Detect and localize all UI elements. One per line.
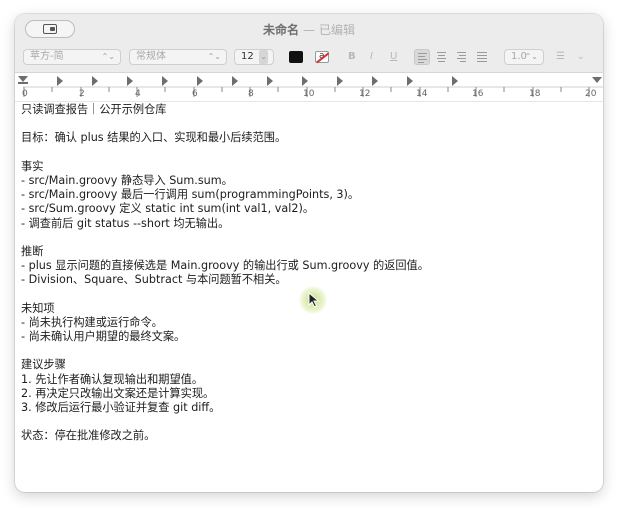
font-style-value: 常规体 xyxy=(136,51,166,62)
window-title: 未命名 — 已编辑 xyxy=(15,21,603,38)
highlight-glyph: a xyxy=(319,51,325,61)
bold-button[interactable]: B xyxy=(348,50,356,64)
mouse-pointer xyxy=(299,286,327,314)
ruler-label: 4 xyxy=(135,89,141,99)
stepper-arrows-icon: ⌃⌄ xyxy=(101,52,115,61)
document-text-area[interactable]: 只读调查报告｜公开示例仓库目标：确认 plus 结果的入口、实现和最小后续范围。… xyxy=(21,103,591,444)
text-line: - Division、Square、Subtract 与本问题暂不相关。 xyxy=(21,273,287,287)
font-size-select[interactable]: 12 ⌄ xyxy=(234,49,274,65)
text-line xyxy=(21,117,591,131)
ruler-label: 2 xyxy=(79,89,85,99)
font-style-select[interactable]: 常规体 ⌃⌄ xyxy=(129,49,227,65)
title-separator: — xyxy=(303,23,315,37)
chevron-down-icon[interactable]: ⌄ xyxy=(577,50,585,64)
text-line: - src/Sum.groovy 定义 static int sum(int v… xyxy=(21,202,315,216)
textedit-window: 未命名 — 已编辑 苹方-简 ⌃⌄ 常规体 ⌃⌄ 12 ⌄ a B I U 1.… xyxy=(15,14,603,492)
chevron-down-icon: ⌄ xyxy=(259,50,268,64)
stepper-arrows-icon: ⌃⌄ xyxy=(207,52,221,61)
justify-button[interactable] xyxy=(474,49,490,65)
highlight-color-well[interactable]: a xyxy=(315,51,329,63)
ruler-label: 6 xyxy=(192,89,198,99)
ruler-label: 12 xyxy=(359,89,371,99)
document-name: 未命名 xyxy=(262,23,299,37)
text-line: 1. 先让作者确认复现输出和期望值。 xyxy=(21,372,204,386)
text-line: - 调查前后 git status --short 均无输出。 xyxy=(21,216,230,230)
text-line: - 尚未确认用户期望的最终文案。 xyxy=(21,330,186,343)
align-left-button[interactable] xyxy=(414,49,430,65)
title-bar: 未命名 — 已编辑 xyxy=(15,14,603,42)
list-bullets-icon[interactable]: ☰ xyxy=(556,50,565,64)
text-line: - src/Main.groovy 最后一行调用 sum(programming… xyxy=(21,188,360,202)
text-line xyxy=(21,415,591,429)
text-line xyxy=(21,231,591,245)
text-line: 事实 xyxy=(21,159,44,173)
edited-status: 已编辑 xyxy=(319,23,356,37)
text-line xyxy=(21,146,591,160)
underline-button[interactable]: U xyxy=(390,50,397,64)
ruler-label: 18 xyxy=(529,89,541,99)
arrow-cursor-icon xyxy=(308,292,320,308)
font-family-select[interactable]: 苹方-简 ⌃⌄ xyxy=(23,49,121,65)
ruler-label: 8 xyxy=(248,89,254,99)
ruler-label: 16 xyxy=(472,89,484,99)
align-center-button[interactable] xyxy=(434,49,450,65)
text-line xyxy=(21,344,591,358)
text-line: 状态：停在批准修改之前。 xyxy=(21,429,156,443)
text-line: 3. 修改后运行最小验证并复查 git diff。 xyxy=(21,400,221,414)
font-family-value: 苹方-简 xyxy=(30,51,64,62)
text-line: - 尚未执行构建或运行命令。 xyxy=(21,315,163,329)
ruler[interactable]: 0 2 4 6 8 10 12 14 16 18 20 xyxy=(15,73,603,102)
font-size-value: 12 xyxy=(241,51,254,62)
ruler-label: 14 xyxy=(416,89,428,99)
text-line: 目标：确认 plus 结果的入口、实现和最小后续范围。 xyxy=(21,131,287,145)
text-line: - plus 显示问题的直接候选是 Main.groovy 的输出行或 Sum.… xyxy=(21,259,429,273)
ruler-label: 20 xyxy=(585,89,597,99)
text-line: - src/Main.groovy 静态导入 Sum.sum。 xyxy=(21,173,233,187)
ruler-label: 0 xyxy=(22,89,28,99)
format-toolbar: 苹方-简 ⌃⌄ 常规体 ⌃⌄ 12 ⌄ a B I U 1.0 ⌃⌄ ☰ ⌄ xyxy=(15,42,603,73)
text-color-well[interactable] xyxy=(289,51,303,63)
text-line: 建议步骤 xyxy=(21,358,66,372)
align-right-button[interactable] xyxy=(454,49,470,65)
ruler-label: 10 xyxy=(303,89,315,99)
line-spacing-select[interactable]: 1.0 ⌃⌄ xyxy=(504,49,544,65)
text-line: 只读调查报告｜公开示例仓库 xyxy=(21,103,167,116)
text-line: 推断 xyxy=(21,244,44,258)
italic-button[interactable]: I xyxy=(370,50,373,64)
stepper-arrows-icon: ⌃⌄ xyxy=(524,52,538,61)
text-line: 2. 再决定只改输出文案还是计算实现。 xyxy=(21,386,215,400)
